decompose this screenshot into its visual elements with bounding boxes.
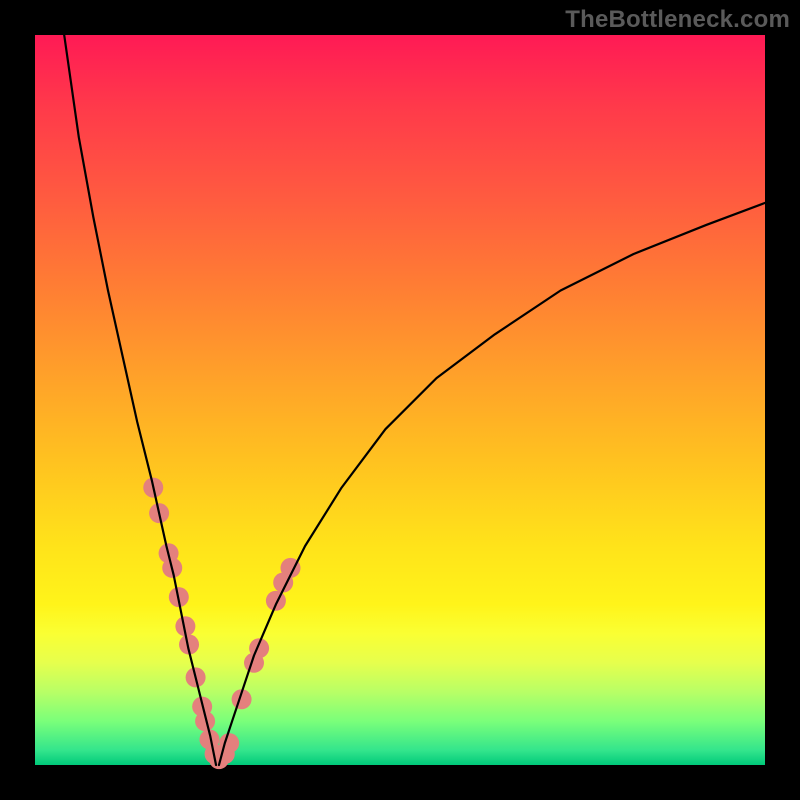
data-markers [143,478,300,770]
curve-right-branch [219,203,765,765]
curve-lines [64,35,765,765]
data-point [266,591,286,611]
chart-frame: TheBottleneck.com [0,0,800,800]
plot-area [35,35,765,765]
curve-left-branch [64,35,216,765]
chart-svg [35,35,765,765]
watermark-text: TheBottleneck.com [565,6,790,34]
